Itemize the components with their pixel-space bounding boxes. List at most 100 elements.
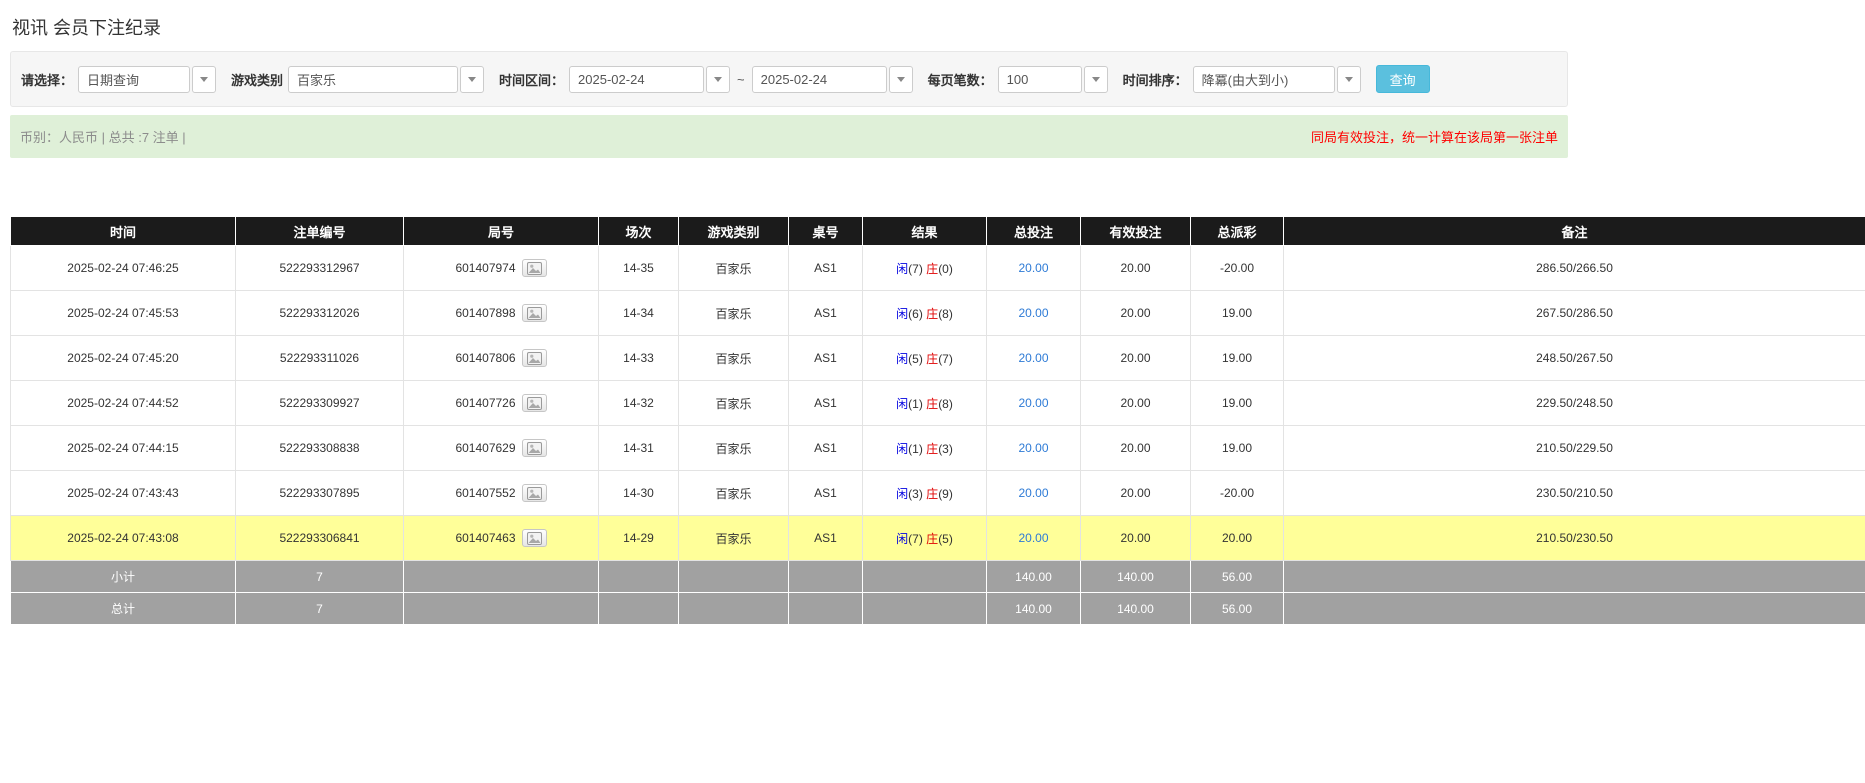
total-bet-link[interactable]: 20.00 (1018, 306, 1048, 320)
cell-session: 14-34 (599, 291, 679, 336)
total-bet-link[interactable]: 20.00 (1018, 351, 1048, 365)
currency-total-text: 币别：人民币 | 总共 :7 注单 | (20, 127, 186, 146)
footer-count: 7 (236, 561, 404, 593)
video-preview-button[interactable] (522, 304, 547, 322)
date-from-dropdown-button[interactable] (706, 66, 730, 93)
cell-session: 14-32 (599, 381, 679, 426)
sort-order-combobox (1193, 66, 1361, 93)
column-header: 游戏类别 (679, 217, 789, 246)
page-title: 视讯 会员下注纪录 (12, 14, 1865, 40)
video-preview-button[interactable] (522, 259, 547, 277)
game-type-dropdown-button[interactable] (460, 66, 484, 93)
cell-total-bet: 20.00 (987, 336, 1081, 381)
cell-time: 2025-02-24 07:43:08 (11, 516, 236, 561)
cell-payout: 19.00 (1191, 336, 1284, 381)
date-from-input[interactable] (569, 66, 704, 93)
cell-session: 14-30 (599, 471, 679, 516)
page-size-input[interactable] (998, 66, 1082, 93)
cell-bet-id: 522293311026 (236, 336, 404, 381)
footer-empty-cell (1284, 593, 1865, 625)
video-preview-button[interactable] (522, 439, 547, 457)
column-header: 桌号 (789, 217, 863, 246)
round-number: 601407463 (455, 531, 515, 545)
cell-valid-bet: 20.00 (1081, 426, 1191, 471)
total-bet-link[interactable]: 20.00 (1018, 486, 1048, 500)
cell-game-type: 百家乐 (679, 426, 789, 471)
cell-time: 2025-02-24 07:44:15 (11, 426, 236, 471)
page-size-label: 每页笔数： (928, 70, 993, 89)
photo-icon (527, 307, 542, 320)
table-row: 2025-02-24 07:45:20522293311026601407806… (11, 336, 1865, 381)
cell-remark: 210.50/230.50 (1284, 516, 1865, 561)
column-header: 场次 (599, 217, 679, 246)
footer-total-bet: 140.00 (987, 593, 1081, 625)
cell-total-bet: 20.00 (987, 426, 1081, 471)
total-bet-link[interactable]: 20.00 (1018, 261, 1048, 275)
cell-time: 2025-02-24 07:44:52 (11, 381, 236, 426)
summary-row: 小计7140.00140.0056.00 (11, 561, 1865, 593)
query-type-input[interactable] (78, 66, 190, 93)
result-player-label: 闲 (896, 262, 908, 276)
date-to-input[interactable] (752, 66, 887, 93)
date-to-dropdown-button[interactable] (889, 66, 913, 93)
cell-payout: -20.00 (1191, 471, 1284, 516)
cell-session: 14-31 (599, 426, 679, 471)
cell-game-type: 百家乐 (679, 471, 789, 516)
footer-empty-cell (404, 593, 599, 625)
cell-payout: 19.00 (1191, 426, 1284, 471)
footer-empty-cell (679, 593, 789, 625)
cell-total-bet: 20.00 (987, 381, 1081, 426)
total-bet-link[interactable]: 20.00 (1018, 396, 1048, 410)
column-header: 时间 (11, 217, 236, 246)
result-player-label: 闲 (896, 352, 908, 366)
cell-remark: 210.50/229.50 (1284, 426, 1865, 471)
video-preview-button[interactable] (522, 529, 547, 547)
video-preview-button[interactable] (522, 349, 547, 367)
footer-empty-cell (863, 561, 987, 593)
column-header: 有效投注 (1081, 217, 1191, 246)
column-header: 结果 (863, 217, 987, 246)
table-row: 2025-02-24 07:43:08522293306841601407463… (11, 516, 1865, 561)
footer-label: 总计 (11, 593, 236, 625)
cell-total-bet: 20.00 (987, 471, 1081, 516)
summary-row: 总计7140.00140.0056.00 (11, 593, 1865, 625)
date-range-separator: ~ (737, 72, 745, 87)
result-banker-score: (0) (938, 262, 953, 276)
cell-table-no: AS1 (789, 246, 863, 291)
cell-bet-id: 522293307895 (236, 471, 404, 516)
search-button[interactable]: 查询 (1376, 65, 1430, 93)
column-header: 备注 (1284, 217, 1865, 246)
cell-valid-bet: 20.00 (1081, 246, 1191, 291)
total-bet-link[interactable]: 20.00 (1018, 441, 1048, 455)
cell-round-id: 601407806 (404, 336, 599, 381)
footer-valid-bet: 140.00 (1081, 593, 1191, 625)
cell-table-no: AS1 (789, 471, 863, 516)
photo-icon (527, 397, 542, 410)
chevron-down-icon (1092, 77, 1100, 82)
result-player-score: (3) (908, 487, 923, 501)
sort-order-input[interactable] (1193, 66, 1335, 93)
cell-session: 14-35 (599, 246, 679, 291)
result-banker-label: 庄 (926, 442, 938, 456)
cell-payout: -20.00 (1191, 246, 1284, 291)
photo-icon (527, 352, 542, 365)
table-row: 2025-02-24 07:44:52522293309927601407726… (11, 381, 1865, 426)
video-preview-button[interactable] (522, 484, 547, 502)
video-preview-button[interactable] (522, 394, 547, 412)
footer-payout: 56.00 (1191, 593, 1284, 625)
cell-bet-id: 522293309927 (236, 381, 404, 426)
chevron-down-icon (897, 77, 905, 82)
total-bet-link[interactable]: 20.00 (1018, 531, 1048, 545)
cell-game-type: 百家乐 (679, 246, 789, 291)
game-type-input[interactable] (288, 66, 458, 93)
query-type-dropdown-button[interactable] (192, 66, 216, 93)
result-player-label: 闲 (896, 487, 908, 501)
table-row: 2025-02-24 07:46:25522293312967601407974… (11, 246, 1865, 291)
sort-order-dropdown-button[interactable] (1337, 66, 1361, 93)
cell-result: 闲(1) 庄(3) (863, 426, 987, 471)
cell-valid-bet: 20.00 (1081, 471, 1191, 516)
result-player-score: (7) (908, 262, 923, 276)
cell-total-bet: 20.00 (987, 246, 1081, 291)
query-type-label: 请选择： (21, 70, 73, 89)
page-size-dropdown-button[interactable] (1084, 66, 1108, 93)
